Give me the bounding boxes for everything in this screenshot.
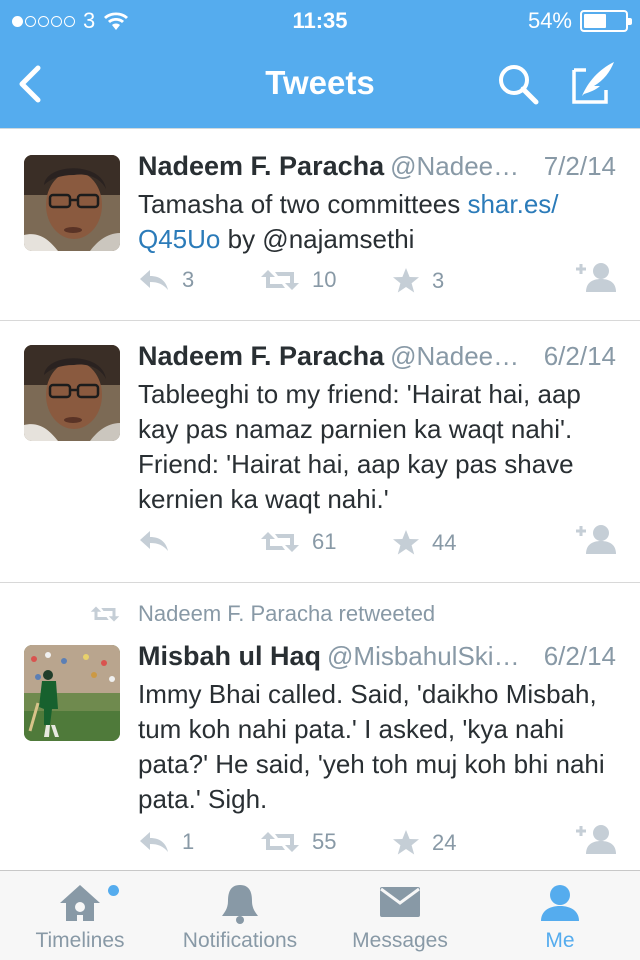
tab-bar: Timelines Notifications Messages Me [0,870,640,960]
retweet-button[interactable]: 55 [260,829,336,855]
tweet-actions: 61 44 [138,529,616,563]
tweet-header: Misbah ul Haq @MisbahulSki… 6/2/14 [138,641,616,677]
tweet-item[interactable]: Nadeem F. Paracha retweeted Misbah ul Ha… [0,583,640,870]
retweet-count: 61 [312,529,337,554]
star-icon [392,529,420,557]
battery-percent: 54% [527,8,572,33]
favorite-button[interactable]: 24 [392,829,456,857]
tweet-date: 6/2/14 [543,341,616,371]
navigation-bar: Tweets [0,40,640,128]
person-icon [541,885,579,921]
tweet-date: 6/2/14 [543,641,616,671]
notification-badge [108,885,119,896]
reply-icon [138,529,170,553]
reply-icon [138,830,170,854]
tweet-item[interactable]: Nadeem F. Paracha @Nadee… 6/2/14 Tableegh… [0,321,640,583]
favorite-count: 44 [432,530,457,555]
tweet-header: Nadeem F. Paracha @Nadee… 6/2/14 [138,341,616,377]
tweet-date: 7/2/14 [543,151,616,181]
tweet-text-part: by @najamsethi [220,224,415,254]
retweet-icon [90,604,120,624]
user-handle: @MisbahulSki… [327,641,520,671]
battery-level [584,14,606,28]
reply-button[interactable]: 3 [138,267,194,293]
tab-label: Me [545,929,575,952]
retweeted-by-label: Nadeem F. Paracha retweeted [138,601,436,626]
battery-icon [580,10,632,32]
tab-me[interactable]: Me [480,871,640,960]
reply-button[interactable] [138,529,170,553]
reply-icon [138,268,170,292]
follow-button[interactable] [572,261,616,293]
tweet-text: Tableeghi to my friend: 'Hairat hai, aap… [138,379,581,514]
user-name[interactable]: Misbah ul Haq [138,641,321,671]
star-icon [392,267,420,295]
battery-tip [628,18,632,25]
retweet-button[interactable]: 61 [260,529,336,555]
tab-label: Timelines [35,929,125,952]
compose-icon[interactable] [570,60,616,106]
tweet-timeline[interactable]: Nadeem F. Paracha @Nadee… 7/2/14 Tamasha … [0,128,640,870]
avatar[interactable] [24,155,120,251]
status-bar: 3 11:35 54% [0,0,640,40]
reply-count: 1 [182,829,195,854]
user-handle: @Nadee… [390,151,520,181]
retweet-count: 55 [312,829,337,854]
avatar[interactable] [24,645,120,741]
follow-button[interactable] [572,823,616,855]
tweet-header: Nadeem F. Paracha @Nadee… 7/2/14 [138,151,616,187]
user-name[interactable]: Nadeem F. Paracha [138,341,384,371]
tab-label: Notifications [182,929,298,952]
add-user-icon [572,261,616,293]
home-icon [60,885,100,921]
retweet-button[interactable]: 10 [260,267,336,293]
bell-icon [222,885,258,924]
retweet-icon [260,268,300,292]
tab-notifications[interactable]: Notifications [160,871,320,960]
app-header: 3 11:35 54% Tweets [0,0,640,128]
retweet-icon [260,830,300,854]
reply-count: 3 [182,267,195,292]
tweet-text: Tamasha of two committees shar.es/ Q45Uo… [138,187,618,257]
tweet-text: Immy Bhai called. Said, 'daikho Misbah, … [138,679,605,814]
avatar[interactable] [24,345,120,441]
status-right: 54% [527,8,632,34]
retweet-context: Nadeem F. Paracha retweeted [90,601,435,627]
retweet-count: 10 [312,267,337,292]
tab-messages[interactable]: Messages [320,871,480,960]
favorite-count: 3 [432,268,445,293]
envelope-icon [380,887,420,917]
favorite-button[interactable]: 44 [392,529,456,557]
favorite-count: 24 [432,830,457,855]
favorite-button[interactable]: 3 [392,267,444,295]
user-handle: @Nadee… [390,341,520,371]
tab-label: Messages [352,929,448,952]
search-icon[interactable] [496,62,540,106]
tweet-actions: 3 10 3 [138,267,616,301]
tweet-actions: 1 55 24 [138,829,616,863]
add-user-icon [572,823,616,855]
reply-button[interactable]: 1 [138,829,194,855]
page-title: Tweets [265,64,375,101]
follow-button[interactable] [572,523,616,555]
retweet-icon [260,530,300,554]
tab-timelines[interactable]: Timelines [0,871,160,960]
tweet-item[interactable]: Nadeem F. Paracha @Nadee… 7/2/14 Tamasha … [0,129,640,321]
user-name[interactable]: Nadeem F. Paracha [138,151,384,181]
tweet-text-part: Tamasha of two committees [138,189,468,219]
add-user-icon [572,523,616,555]
star-icon [392,829,420,857]
